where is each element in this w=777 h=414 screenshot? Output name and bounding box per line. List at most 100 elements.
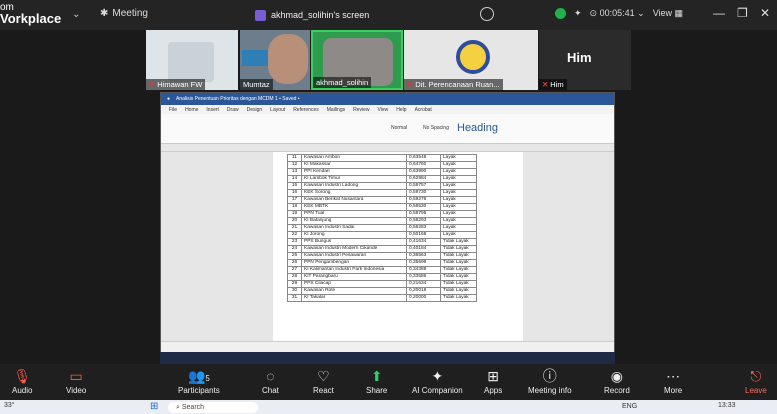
close-icon[interactable]: ✕ [760, 6, 770, 20]
table-cell-no: 29 [287, 280, 302, 288]
results-table: 11 Kawasan Ambon 0,63548 Layak 12 KI Makassar… [287, 154, 477, 302]
participant-initials: Him [567, 50, 592, 65]
screen-share-pill[interactable]: akhmad_solihin's screen [255, 6, 369, 24]
participants-button[interactable]: 👥5 Participants [178, 366, 220, 395]
table-cell-status: Tidak Layak [440, 287, 477, 295]
view-options-icon[interactable] [480, 7, 494, 21]
ai-companion-button[interactable]: ✦ AI Companion [412, 366, 463, 395]
sparkle-icon: ✦ [431, 368, 444, 384]
meeting-menu[interactable]: ✱ Meeting [100, 8, 148, 19]
ribbon-tabs: File Home Insert Draw Design Layout References… [161, 105, 614, 114]
table-cell-name: Kawasan Industri Pesawaran [301, 252, 407, 260]
security-shield-icon[interactable] [555, 8, 566, 19]
info-icon: ⓘ [542, 368, 557, 384]
view-button[interactable]: View ▦ [653, 8, 683, 19]
app-brand: om Vorkplace [0, 2, 61, 25]
video-tile[interactable]: ✕ Himawan FW [146, 30, 238, 90]
table-cell-name: KI Takalar [301, 294, 407, 302]
table-cell-no: 19 [287, 210, 302, 218]
mic-muted-icon: ✕ [149, 80, 156, 89]
ribbon-tab[interactable]: Mailings [327, 107, 345, 113]
table-row: 11 Kawasan Ambon 0,63548 Layak [287, 154, 477, 162]
table-cell-status: Layak [440, 196, 477, 204]
table-cell-name: KI Jorong [301, 231, 407, 239]
style-heading[interactable]: Heading [457, 122, 498, 134]
record-button[interactable]: ◉ Record [604, 366, 630, 395]
video-tile[interactable]: ✕ Dit. Perencanaan Ruan... [404, 30, 538, 90]
table-cell-score: 0,36563 [406, 252, 441, 260]
table-cell-status: Layak [440, 154, 477, 162]
ribbon-tab[interactable]: Layout [270, 107, 285, 113]
chat-button[interactable]: ◌ Chat [262, 366, 279, 395]
video-off-icon: ▭ [69, 368, 83, 384]
table-row: 22 KI Jorong 0,50168 Layak [287, 231, 477, 239]
table-cell-score: 0,59757 [406, 182, 441, 190]
ribbon-tab[interactable]: Help [396, 107, 406, 113]
table-cell-name: Kawasan Industri Modern Cikande [301, 245, 407, 253]
meeting-info-button[interactable]: ⓘ Meeting info [528, 366, 572, 395]
table-cell-name: PPN Pengambengan [301, 259, 407, 267]
mic-muted-icon: ✕ [407, 80, 414, 89]
video-tile[interactable]: Him ✕ Him [539, 30, 631, 90]
video-button[interactable]: ▭ Video [66, 366, 86, 395]
audio-button[interactable]: 🎙 Audio [12, 366, 32, 395]
ribbon-tab[interactable]: Insert [206, 107, 219, 113]
screen-share-label: akhmad_solihin's screen [271, 10, 370, 20]
table-row: 20 KI Batanjung 0,58293 Layak [287, 217, 477, 225]
react-button[interactable]: ♡ React [313, 366, 334, 395]
ribbon-tab[interactable]: References [293, 107, 319, 113]
ribbon-tab[interactable]: Acrobat [415, 107, 432, 113]
windows-start-icon[interactable]: ⊞ [150, 401, 158, 412]
table-cell-name: Kawasan Berikat Nusantara [301, 196, 407, 204]
table-cell-score: 0,40184 [406, 245, 441, 253]
taskbar-search[interactable]: ⌕ Search [168, 402, 258, 413]
share-button[interactable]: ⬆ Share [366, 366, 387, 395]
ribbon-tab[interactable]: Draw [227, 107, 239, 113]
more-button[interactable]: ⋯ More [664, 366, 682, 395]
table-cell-name: PPS Bungus [301, 238, 407, 246]
table-cell-status: Tidak Layak [440, 294, 477, 302]
ribbon-tab[interactable]: File [169, 107, 177, 113]
ribbon-tab[interactable]: Home [185, 107, 198, 113]
shared-screen-taskbar [160, 352, 615, 364]
leave-button[interactable]: ⎋ Leave [745, 366, 767, 395]
table-cell-no: 26 [287, 259, 302, 267]
table-cell-no: 18 [287, 203, 302, 211]
table-row: 23 PPS Bungus 0,41634 Tidak Layak [287, 238, 477, 246]
minimize-icon[interactable]: — [713, 6, 725, 20]
apps-button[interactable]: ⊞ Apps [484, 366, 502, 395]
video-tile[interactable]: Mumtaz [240, 30, 310, 90]
table-cell-status: Tidak Layak [440, 238, 477, 246]
table-cell-score: 0,64760 [406, 161, 441, 169]
apps-icon: ⊞ [487, 368, 499, 384]
table-cell-name: KI Kalimantan Industri Park Indonesia [301, 266, 407, 274]
table-cell-score: 0,59276 [406, 196, 441, 204]
ribbon-tab[interactable]: Review [353, 107, 369, 113]
table-cell-status: Tidak Layak [440, 252, 477, 260]
ribbon-tab[interactable]: View [378, 107, 389, 113]
language-indicator[interactable]: ENG [622, 403, 637, 410]
participant-name: Mumtaz [240, 79, 273, 90]
maximize-icon[interactable]: ❐ [737, 6, 748, 20]
video-tile-active-speaker[interactable]: akhmad_solihin [311, 30, 403, 90]
table-cell-status: Layak [440, 210, 477, 218]
table-cell-no: 17 [287, 196, 302, 204]
style-no-spacing[interactable]: No Spacing [423, 125, 449, 131]
participant-name: ✕ Him [539, 79, 567, 90]
table-row: 25 Kawasan Industri Pesawaran 0,36563 Tidak… [287, 252, 477, 260]
table-cell-name: KEK MBTK [301, 203, 407, 211]
chevron-down-icon[interactable]: ⌄ [72, 9, 80, 20]
table-cell-name: KI Lambok Timur [301, 175, 407, 183]
table-cell-score: 0,41634 [406, 238, 441, 246]
ribbon-tab[interactable]: Design [247, 107, 263, 113]
sparkle-icon[interactable]: ✦ [574, 8, 582, 19]
share-screen-icon [255, 9, 266, 21]
document-page: 11 Kawasan Ambon 0,63548 Layak 12 KI Makassar… [273, 152, 523, 341]
clock[interactable]: 13:33 [718, 402, 736, 409]
table-cell-score: 0,50168 [406, 231, 441, 239]
ruler [161, 144, 614, 152]
style-normal[interactable]: Normal [391, 125, 407, 131]
table-cell-no: 13 [287, 168, 302, 176]
weather-temp[interactable]: 33° [4, 402, 15, 409]
heart-icon: ♡ [317, 368, 330, 384]
